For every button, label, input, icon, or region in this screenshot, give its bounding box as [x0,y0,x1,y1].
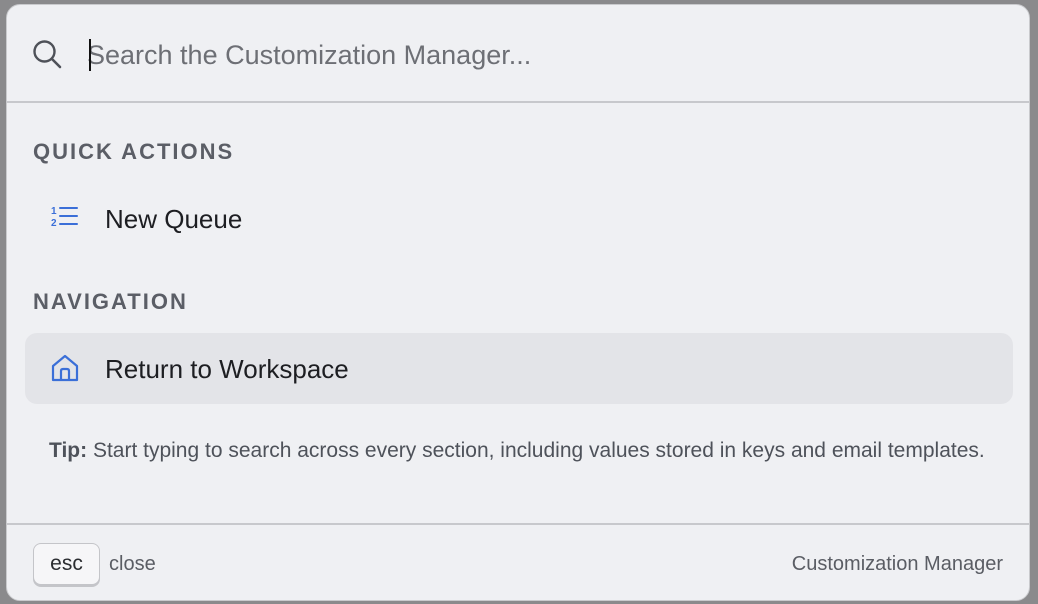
footer-app-title: Customization Manager [791,553,1003,575]
text-caret [89,39,91,71]
tip-body: Start typing to search across every sect… [87,439,985,462]
tip-prefix: Tip: [49,439,88,462]
numbered-list-icon: 1 2 [51,206,78,229]
home-icon [51,354,79,382]
svg-text:1: 1 [51,206,57,217]
palette-footer: esc close Customization Manager [7,523,1029,600]
action-item-label: New Queue [105,204,243,234]
close-hint-label: close [109,553,156,575]
section-heading-navigation: NAVIGATION [33,289,188,314]
section-heading-quick-actions: QUICK ACTIONS [33,139,235,164]
search-input[interactable] [87,33,987,77]
search-icon [33,40,62,69]
esc-key-hint[interactable]: esc [33,543,100,585]
nav-item-label: Return to Workspace [105,354,349,384]
command-palette: QUICK ACTIONS 1 2 New Queue NAVIGATION R… [6,4,1030,601]
search-bar [7,5,1029,103]
nav-item-return-to-workspace[interactable]: Return to Workspace [25,333,1013,404]
action-item-new-queue[interactable]: 1 2 New Queue [25,183,1013,254]
svg-text:2: 2 [51,218,57,229]
tip-text: Tip: Start typing to search across every… [49,435,1009,467]
